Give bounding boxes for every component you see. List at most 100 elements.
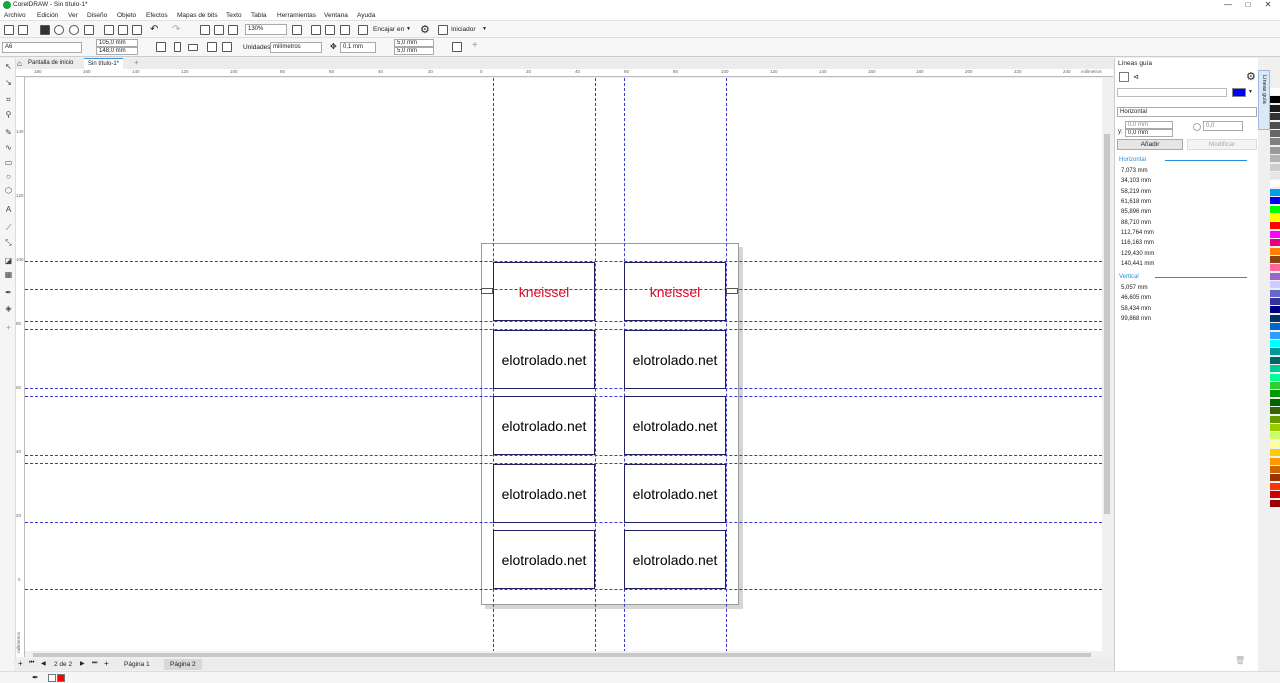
- horizontal-scrollbar[interactable]: [25, 651, 1102, 659]
- zoom-tool-icon[interactable]: ⚲: [4, 110, 13, 119]
- guide-preset-icon[interactable]: [1119, 72, 1129, 82]
- palette-swatch[interactable]: [1270, 121, 1280, 129]
- palette-swatch[interactable]: [1270, 424, 1280, 431]
- docker-tab-guidelines[interactable]: Líneas guía: [1258, 70, 1270, 130]
- palette-swatch[interactable]: [1270, 348, 1280, 356]
- redo-icon[interactable]: ↷: [172, 24, 180, 35]
- palette-swatch[interactable]: [1270, 407, 1280, 415]
- palette-swatch[interactable]: [1270, 180, 1280, 188]
- card[interactable]: elotrolado.net: [624, 330, 726, 389]
- palette-swatch[interactable]: [1270, 104, 1280, 112]
- modify-guide-button[interactable]: Modificar: [1187, 139, 1257, 150]
- palette-swatch[interactable]: [1270, 272, 1280, 280]
- palette-swatch[interactable]: [1270, 314, 1280, 322]
- palette-swatch[interactable]: [1270, 373, 1280, 381]
- snap-icon[interactable]: [358, 25, 368, 35]
- card[interactable]: elotrolado.net: [493, 330, 595, 389]
- menu-diseno[interactable]: Diseño: [87, 12, 107, 19]
- card[interactable]: elotrolado.net: [493, 464, 595, 523]
- vertical-guide[interactable]: [726, 78, 727, 652]
- bleed-icon[interactable]: [222, 42, 232, 52]
- palette-swatch[interactable]: [1270, 398, 1280, 406]
- menu-objeto[interactable]: Objeto: [117, 12, 136, 19]
- gear-icon[interactable]: ⚙: [420, 23, 430, 36]
- guide-list-item[interactable]: 46,605 mm: [1121, 295, 1151, 301]
- full-screen-icon[interactable]: [292, 25, 302, 35]
- card[interactable]: elotrolado.net: [493, 396, 595, 455]
- guide-list-item[interactable]: 7,073 mm: [1121, 168, 1148, 174]
- upload-icon[interactable]: [69, 25, 79, 35]
- palette-swatch[interactable]: [1270, 365, 1280, 373]
- landscape-icon[interactable]: [188, 44, 198, 51]
- line-style-select[interactable]: [1117, 88, 1227, 97]
- card[interactable]: kneissel: [624, 262, 726, 321]
- save-icon[interactable]: [40, 25, 50, 35]
- palette-swatch[interactable]: [1270, 449, 1280, 457]
- print-icon[interactable]: [84, 25, 94, 35]
- guide-angle-field[interactable]: 0,0: [1203, 121, 1243, 131]
- scroll-thumb[interactable]: [33, 653, 1091, 657]
- rectangle-tool-icon[interactable]: ▭: [4, 158, 13, 167]
- drawing-canvas[interactable]: kneissel kneissel elotrolado.net elotrol…: [25, 78, 1102, 652]
- orientation-select[interactable]: Horizontal: [1117, 107, 1257, 117]
- close-button[interactable]: ✕: [1258, 0, 1278, 10]
- zoom-level-field[interactable]: 130%: [245, 24, 287, 35]
- palette-swatch[interactable]: [1270, 163, 1280, 171]
- all-pages-icon[interactable]: [156, 42, 166, 52]
- palette-swatch[interactable]: [1270, 222, 1280, 230]
- left-handle[interactable]: [481, 288, 493, 294]
- export-pdf-icon[interactable]: [228, 25, 238, 35]
- launcher-dropdown[interactable]: Iniciador: [451, 26, 476, 33]
- palette-swatch[interactable]: [1270, 482, 1280, 490]
- add-tool-icon[interactable]: +: [4, 323, 13, 332]
- card[interactable]: elotrolado.net: [493, 530, 595, 589]
- cloud-icon[interactable]: [54, 25, 64, 35]
- menu-edicion[interactable]: Edición: [37, 12, 58, 19]
- palette-swatch[interactable]: [1270, 432, 1280, 440]
- guide-list-item[interactable]: 112,764 mm: [1121, 230, 1154, 236]
- palette-swatch[interactable]: [1270, 197, 1280, 205]
- palette-swatch[interactable]: [1270, 281, 1280, 289]
- snap-to-dropdown[interactable]: Encajar en: [373, 26, 404, 33]
- connector-tool-icon[interactable]: ⤡: [4, 238, 13, 247]
- undo-icon[interactable]: ↶: [150, 24, 158, 35]
- duplicate-x-field[interactable]: 5,0 mm: [394, 39, 434, 47]
- right-handle[interactable]: [726, 288, 738, 294]
- duplicate-y-field[interactable]: 5,0 mm: [394, 47, 434, 55]
- minimize-button[interactable]: —: [1218, 0, 1238, 10]
- palette-swatch[interactable]: [1270, 491, 1280, 499]
- previous-page-icon[interactable]: ◀: [41, 660, 46, 667]
- first-page-icon[interactable]: ⏮: [29, 660, 34, 667]
- maximize-button[interactable]: □: [1238, 0, 1258, 10]
- horizontal-guide[interactable]: [25, 589, 1102, 590]
- palette-swatch[interactable]: [1270, 306, 1280, 314]
- text-tool-icon[interactable]: A: [4, 205, 13, 214]
- palette-swatch[interactable]: [1270, 298, 1280, 305]
- crop-tool-icon[interactable]: ⌗: [4, 95, 13, 104]
- palette-swatch[interactable]: [1270, 457, 1280, 465]
- palette-swatch[interactable]: [1270, 247, 1280, 255]
- palette-swatch[interactable]: [1270, 474, 1280, 482]
- scroll-thumb[interactable]: [1104, 134, 1110, 514]
- tab-pagina-1[interactable]: Página 1: [118, 659, 156, 670]
- palette-swatch[interactable]: [1270, 340, 1280, 347]
- menu-herramientas[interactable]: Herramientas: [277, 12, 316, 19]
- chevron-down-icon[interactable]: ▼: [482, 26, 487, 32]
- palette-swatch[interactable]: [1270, 130, 1280, 137]
- palette-swatch[interactable]: [1270, 146, 1280, 154]
- palette-swatch[interactable]: [1270, 205, 1280, 213]
- guide-color-swatch[interactable]: [1232, 88, 1246, 97]
- guide-list-item[interactable]: 58,434 mm: [1121, 306, 1151, 312]
- palette-swatch[interactable]: [1270, 188, 1280, 196]
- card[interactable]: kneissel: [493, 262, 595, 321]
- guide-list-item[interactable]: 88,710 mm: [1121, 220, 1151, 226]
- units-select[interactable]: milímetros: [270, 42, 322, 53]
- last-page-icon[interactable]: ⏭: [92, 660, 97, 667]
- guide-list-item[interactable]: 99,868 mm: [1121, 316, 1151, 322]
- menu-texto[interactable]: Texto: [226, 12, 242, 19]
- menu-archivo[interactable]: Archivo: [4, 12, 26, 19]
- menu-tabla[interactable]: Tabla: [251, 12, 267, 19]
- add-icon[interactable]: +: [472, 40, 478, 51]
- paste-icon[interactable]: [132, 25, 142, 35]
- launcher-icon[interactable]: [438, 25, 448, 35]
